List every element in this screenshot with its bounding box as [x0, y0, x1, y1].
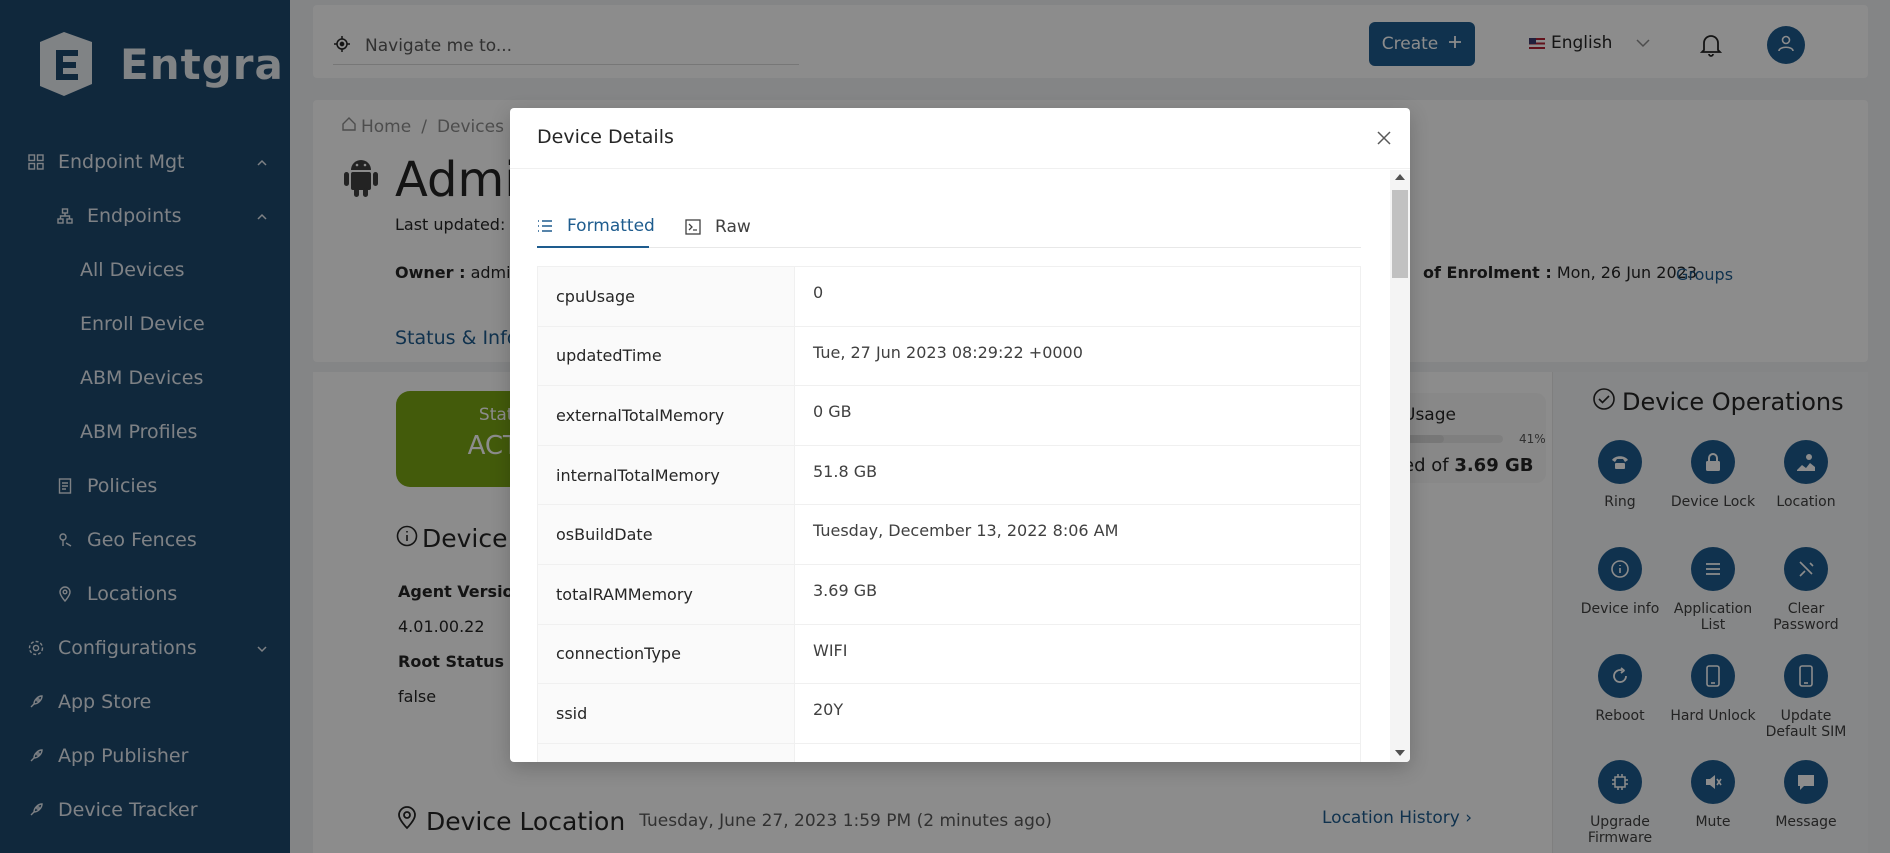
details-table: cpuUsage 0 updatedTime Tue, 27 Jun 2023 08… — [537, 266, 1361, 762]
row-value: WIFI — [794, 624, 1361, 685]
row-key: externalTotalMemory — [537, 385, 795, 446]
scroll-up-arrow-icon[interactable] — [1395, 174, 1405, 180]
tab-raw[interactable]: Raw — [685, 206, 751, 248]
row-key: totalRAMMemory — [537, 564, 795, 625]
row-key: internalTotalMemory — [537, 445, 795, 506]
scrollbar-thumb[interactable] — [1392, 190, 1408, 278]
table-row: totalRAMMemory 3.69 GB — [537, 564, 1361, 625]
modal-title: Device Details — [537, 126, 674, 148]
row-value: 20Y — [794, 683, 1361, 744]
tab-formatted[interactable]: Formatted — [537, 206, 655, 248]
table-row: externalTotalMemory 0 GB — [537, 385, 1361, 446]
row-key — [537, 743, 795, 762]
row-value: 3.69 GB — [794, 564, 1361, 625]
tab-label: Formatted — [567, 216, 655, 236]
row-value: 0 — [794, 266, 1361, 327]
tab-label: Raw — [715, 217, 751, 237]
table-row: cpuUsage 0 — [537, 266, 1361, 327]
row-value: Tue, 27 Jun 2023 08:29:22 +0000 — [794, 326, 1361, 387]
row-key: connectionType — [537, 624, 795, 685]
scroll-down-arrow-icon[interactable] — [1395, 750, 1405, 756]
close-icon[interactable] — [1374, 128, 1394, 148]
device-details-modal: Device Details Formatted Raw cpuUsage 0 u… — [510, 108, 1410, 762]
table-row: 0 GB — [537, 743, 1361, 762]
row-key: updatedTime — [537, 326, 795, 387]
row-value: 0 GB — [794, 743, 1361, 762]
table-row: osBuildDate Tuesday, December 13, 2022 8:… — [537, 504, 1361, 565]
row-key: ssid — [537, 683, 795, 744]
modal-scrollbar[interactable] — [1390, 170, 1410, 762]
row-key: cpuUsage — [537, 266, 795, 327]
modal-header: Device Details — [510, 108, 1410, 169]
table-row: internalTotalMemory 51.8 GB — [537, 445, 1361, 506]
row-value: 0 GB — [794, 385, 1361, 446]
table-row: updatedTime Tue, 27 Jun 2023 08:29:22 +00… — [537, 326, 1361, 387]
terminal-icon — [685, 219, 701, 235]
table-row: connectionType WIFI — [537, 624, 1361, 685]
row-value: 51.8 GB — [794, 445, 1361, 506]
list-icon — [537, 219, 553, 233]
modal-tabs: Formatted Raw — [537, 206, 1361, 248]
table-row: ssid 20Y — [537, 683, 1361, 744]
modal-body: Formatted Raw cpuUsage 0 updatedTime Tue, … — [510, 170, 1390, 762]
row-key: osBuildDate — [537, 504, 795, 565]
row-value: Tuesday, December 13, 2022 8:06 AM — [794, 504, 1361, 565]
